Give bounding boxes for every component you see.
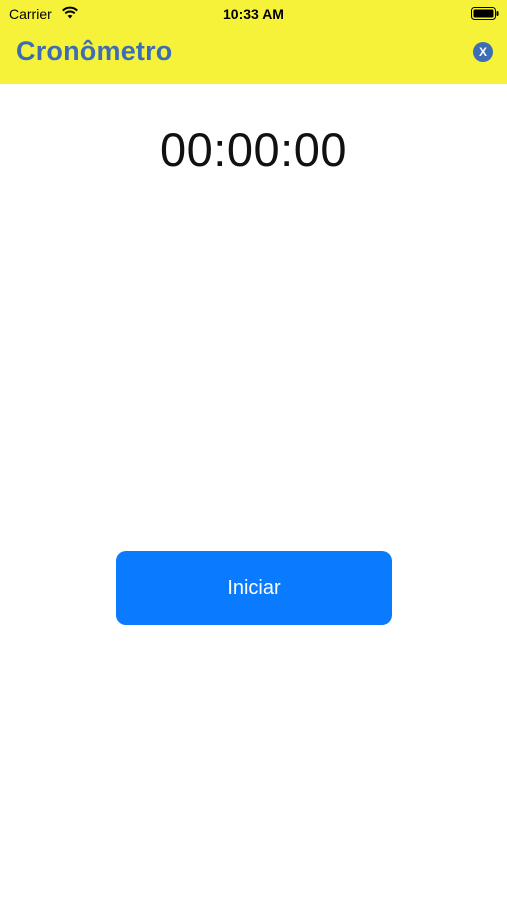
stopwatch-display: 00:00:00	[160, 123, 347, 176]
page-title: Cronômetro	[16, 36, 173, 66]
battery-icon	[471, 7, 499, 20]
status-bar: Carrier 10:33 AM	[0, 0, 507, 28]
app-header: Carrier 10:33 AM Cronômetro X	[0, 0, 507, 84]
close-icon: X	[478, 45, 487, 59]
status-time: 10:33 AM	[223, 6, 284, 22]
close-button[interactable]: X	[473, 42, 493, 62]
start-button[interactable]: Iniciar	[116, 551, 392, 625]
